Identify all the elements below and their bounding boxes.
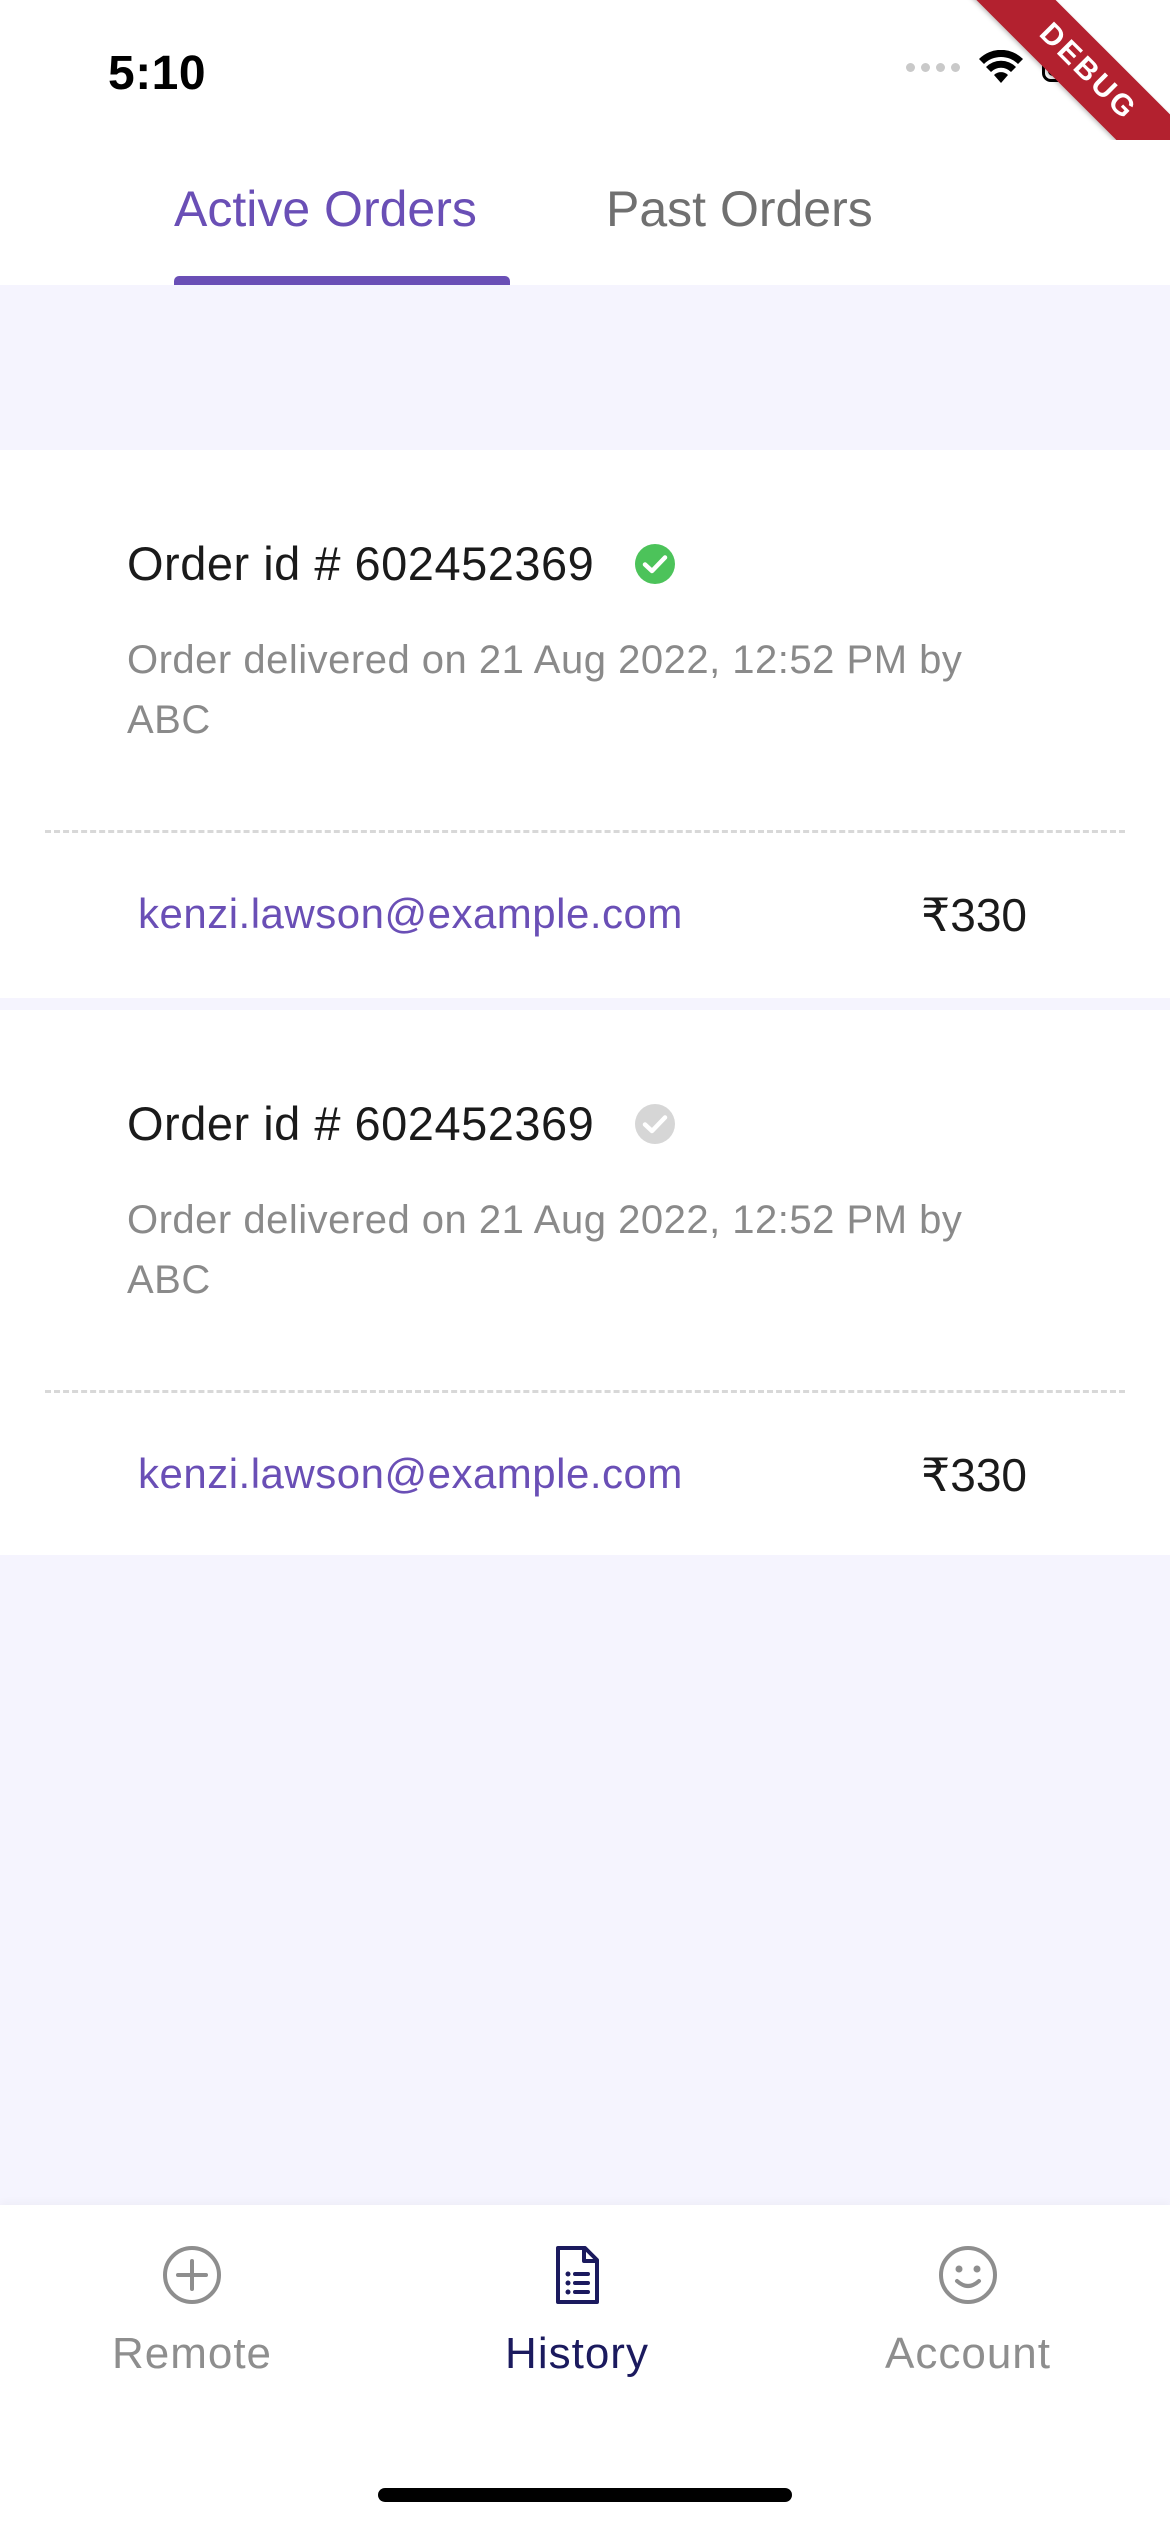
order-card[interactable]: Order id # 602452369 Order delivered on … [0, 1010, 1170, 1555]
check-circle-icon [635, 1103, 676, 1144]
status-bar: 5:10 [0, 0, 1170, 140]
order-id: Order id # 602452369 [127, 537, 595, 590]
tab-active-orders[interactable]: Active Orders [174, 180, 477, 238]
order-email-link[interactable]: kenzi.lawson@example.com [138, 1450, 683, 1498]
nav-label: Remote [111, 2329, 273, 2378]
order-delivery-info: Order delivered on 21 Aug 2022, 12:52 PM… [127, 638, 963, 742]
nav-item-remote[interactable]: Remote [42, 2243, 342, 2379]
cellular-signal-icon [906, 62, 960, 72]
nav-label: History [505, 2329, 649, 2378]
dashed-divider [45, 1390, 1125, 1393]
order-title-row: Order id # 602452369 [127, 1096, 676, 1151]
document-icon [556, 2246, 599, 2304]
order-title-row: Order id # 602452369 [127, 536, 676, 591]
bottom-navigation: Remote History Account [0, 2205, 1170, 2532]
smiley-icon [939, 2246, 997, 2304]
order-card[interactable]: Order id # 602452369 Order delivered on … [0, 450, 1170, 998]
order-price: ₹330 [920, 1449, 1027, 1501]
wifi-icon [979, 50, 1023, 83]
dashed-divider [45, 830, 1125, 833]
home-indicator [378, 2488, 792, 2502]
nav-label: Account [885, 2329, 1051, 2378]
tab-past-orders[interactable]: Past Orders [606, 180, 873, 238]
plus-circle-icon [163, 2246, 221, 2304]
check-circle-icon [635, 543, 676, 584]
nav-item-history[interactable]: History [427, 2243, 727, 2379]
nav-item-account[interactable]: Account [818, 2243, 1118, 2379]
order-tabs: Active Orders Past Orders [0, 140, 1170, 285]
order-price: ₹330 [920, 889, 1027, 941]
status-time: 5:10 [108, 47, 207, 100]
order-delivery-info: Order delivered on 21 Aug 2022, 12:52 PM… [127, 1198, 963, 1302]
order-email-link[interactable]: kenzi.lawson@example.com [138, 890, 683, 938]
active-tab-indicator [174, 276, 510, 285]
order-id: Order id # 602452369 [127, 1097, 595, 1150]
